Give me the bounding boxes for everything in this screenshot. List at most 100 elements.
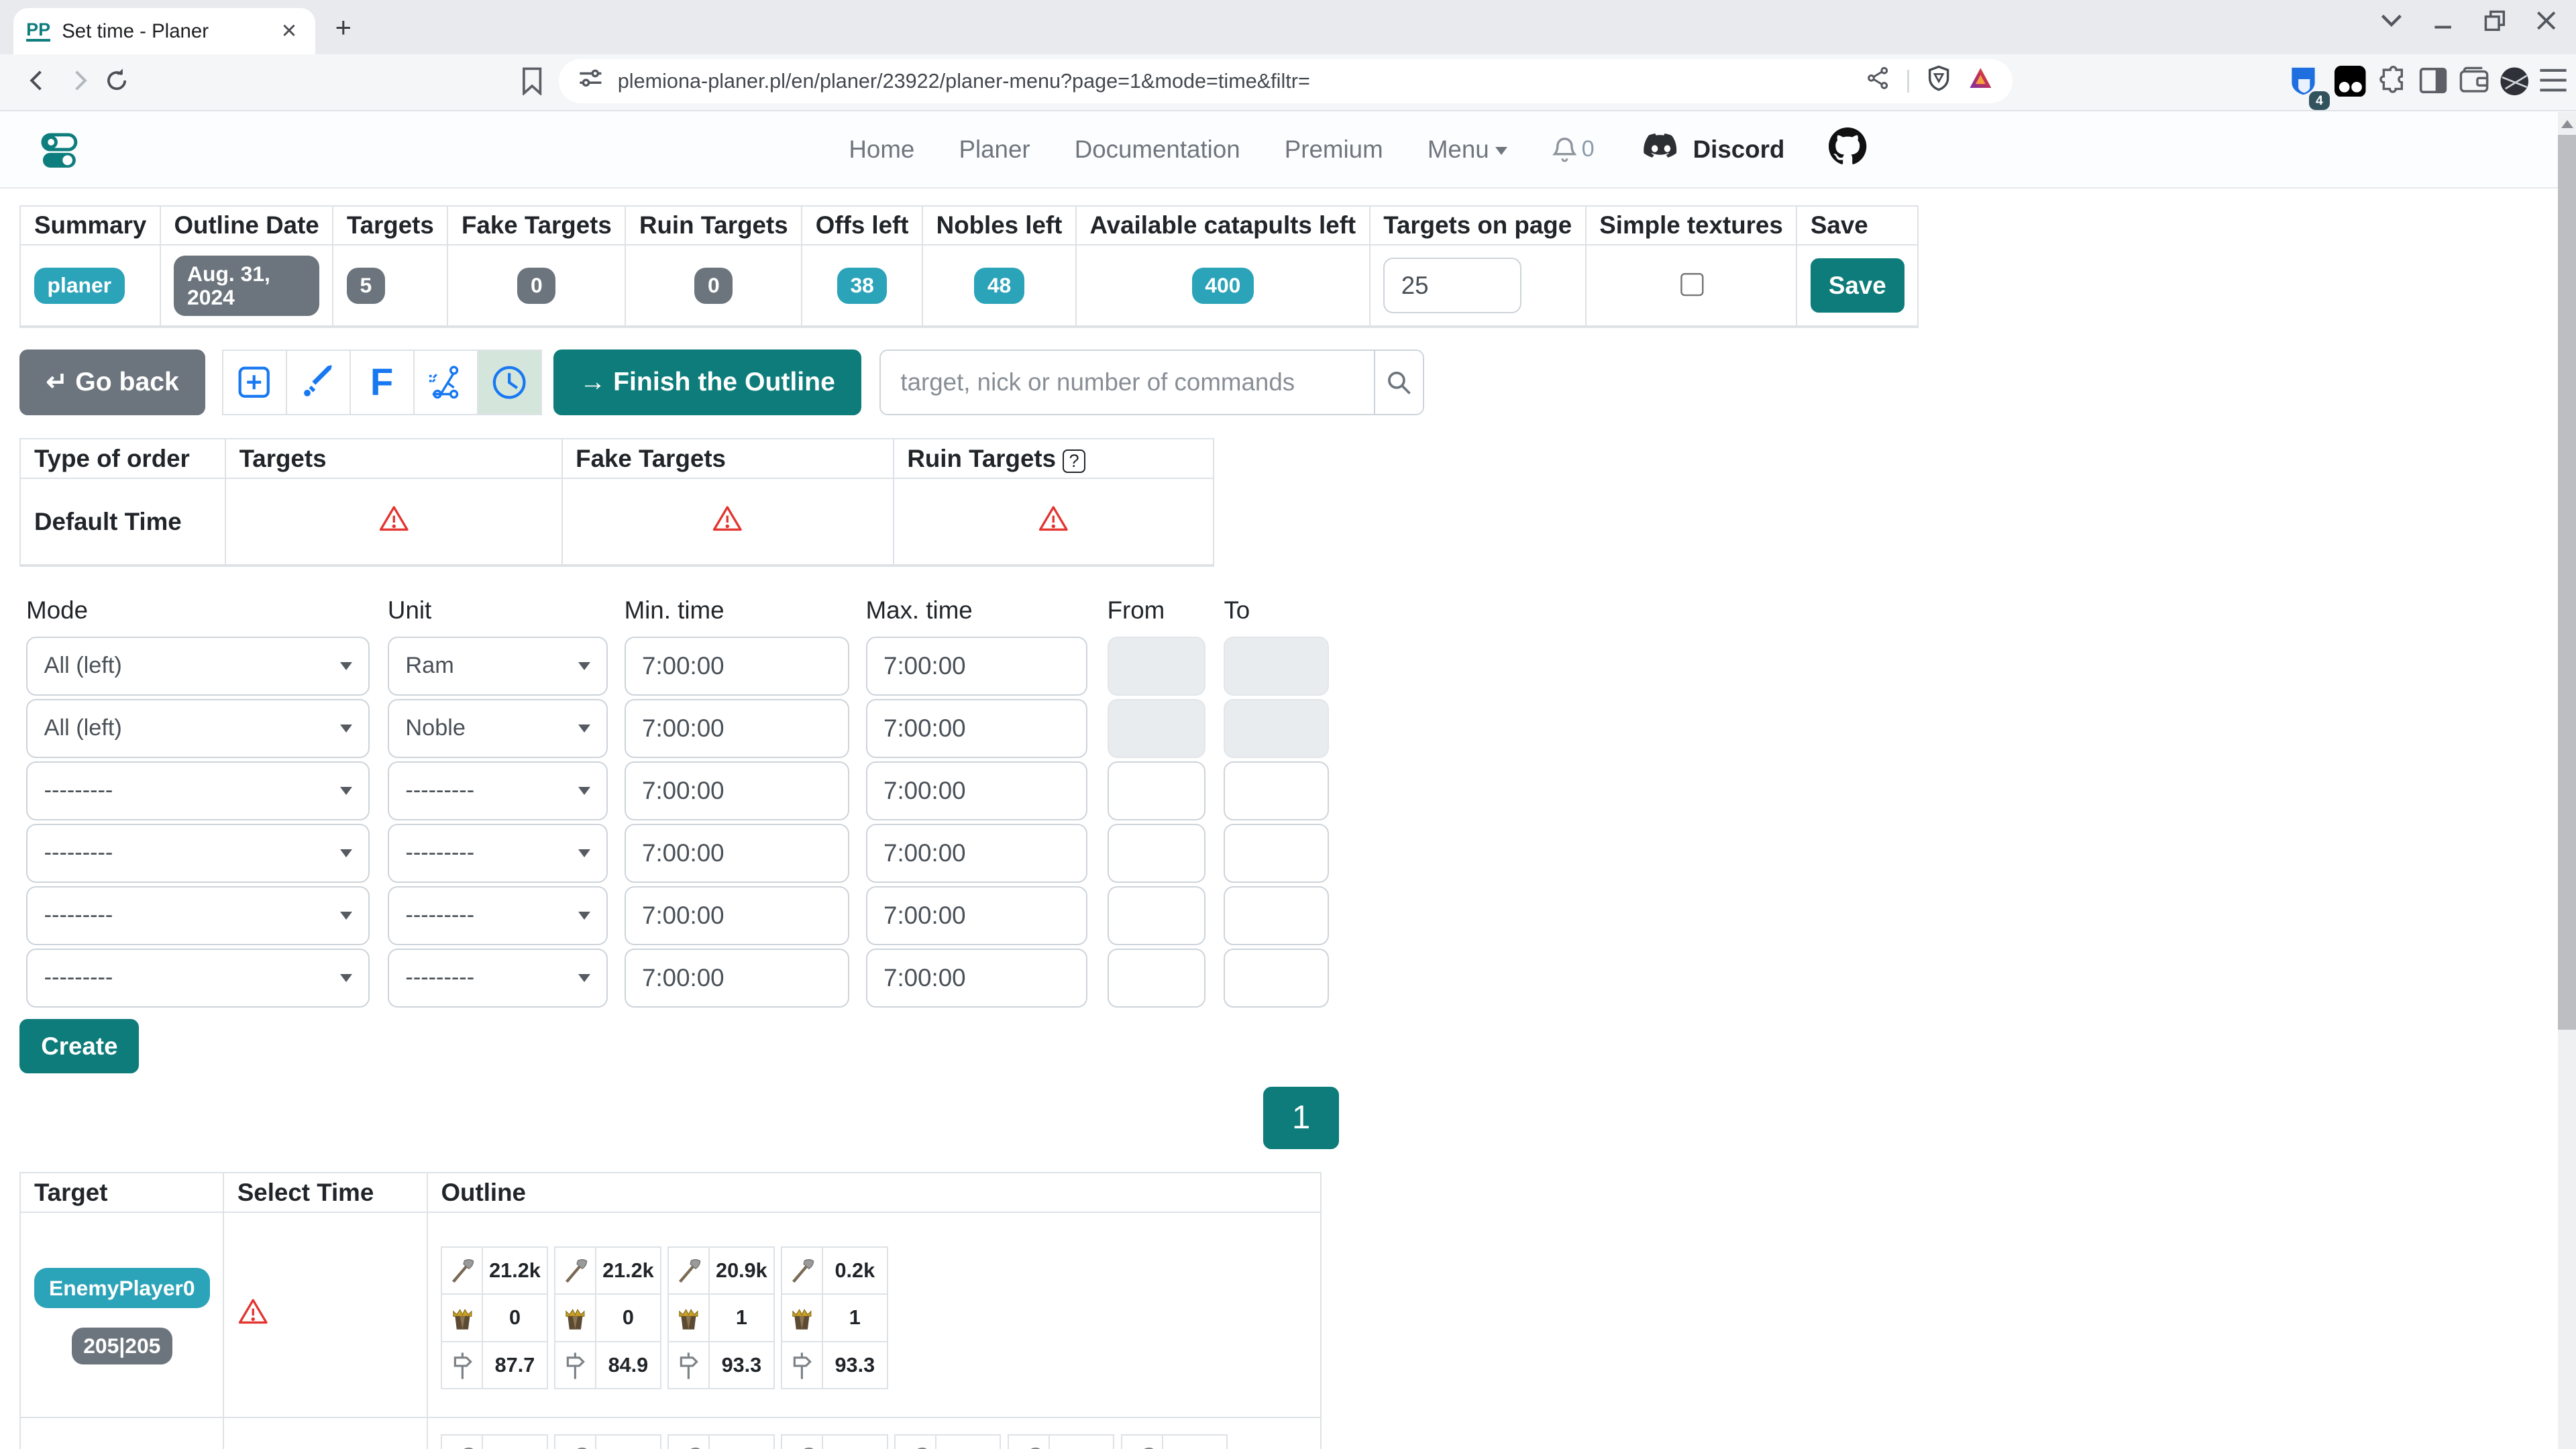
to-input[interactable] [1224,949,1329,1008]
browser-window: PP Set time - Planer ✕ + [0,0,2576,1449]
brave-shield-icon[interactable] [1927,65,1950,98]
to-label: To [1224,596,1250,625]
outline-command-card[interactable]: 21.1k 0 [441,1434,547,1449]
summary-badge[interactable]: planer [34,268,125,305]
from-input[interactable] [1108,824,1206,883]
unit-select[interactable]: Ram [388,637,608,696]
browser-tab[interactable]: PP Set time - Planer ✕ [13,8,316,54]
default-time-label: Default Time [20,478,225,566]
create-button[interactable]: Create [19,1019,139,1073]
site-logo[interactable] [40,131,79,178]
unit-select[interactable]: Noble [388,699,608,758]
rewards-globe-icon[interactable] [2499,66,2530,104]
outline-command-card[interactable]: 21.2k 0 [667,1434,774,1449]
min-time-input[interactable] [625,949,850,1008]
outline-command-card[interactable]: 0.2k 1 [1008,1434,1114,1449]
minimize-button[interactable] [2433,11,2453,30]
save-button[interactable]: Save [1811,258,1904,313]
tab-search-chevron-icon[interactable] [2381,14,2402,28]
nav-menu-dropdown[interactable]: Menu [1428,136,1508,164]
unit-select[interactable]: --------- [388,761,608,820]
min-time-input[interactable] [625,699,850,758]
search-input[interactable] [881,351,1374,414]
site-controls-icon[interactable] [578,66,603,97]
min-time-input[interactable] [625,761,850,820]
max-time-input[interactable] [866,637,1088,696]
extensions-puzzle-icon[interactable] [2379,66,2408,102]
to-input[interactable] [1224,761,1329,820]
simple-textures-checkbox[interactable] [1680,273,1705,298]
outline-command-card[interactable]: 21.2k 0 [781,1434,888,1449]
scrollbar[interactable] [2558,112,2576,1449]
nav-premium[interactable]: Premium [1285,136,1383,164]
max-time-input[interactable] [866,949,1088,1008]
brave-rewards-triangle-icon[interactable] [1968,66,1993,96]
outline-command-card[interactable]: 0.2k 1 [1121,1434,1228,1449]
outline-command-card[interactable]: 0.2k 1 93.3 [781,1246,888,1390]
outline-command-card[interactable]: 20.6k 1 [894,1434,1001,1449]
go-back-button[interactable]: ↵ Go back [19,350,205,415]
forward-button[interactable] [64,66,94,102]
mode-select[interactable]: --------- [26,761,370,820]
sidebar-icon[interactable] [2418,66,2448,102]
nav-home[interactable]: Home [849,136,914,164]
nav-planer[interactable]: Planer [959,136,1030,164]
unit-select[interactable]: --------- [388,949,608,1008]
fake-mode-button[interactable]: F [351,351,415,414]
mode-select[interactable]: --------- [26,886,370,945]
restore-button[interactable] [2484,10,2506,32]
outline-command-card[interactable]: 21.2k 0 [554,1434,661,1449]
help-tooltip-icon[interactable]: ? [1063,449,1085,473]
mode-select[interactable]: All (left) [26,637,370,696]
reload-button[interactable] [102,66,131,102]
max-time-input[interactable] [866,824,1088,883]
outline-command-card[interactable]: 21.2k 0 84.9 [554,1246,661,1390]
from-input[interactable] [1108,761,1206,820]
share-icon[interactable] [1866,66,1889,97]
github-link[interactable] [1829,127,1866,172]
search-button[interactable] [1374,351,1423,414]
to-input[interactable] [1224,824,1329,883]
tab-close-icon[interactable]: ✕ [276,19,302,43]
target-player-badge[interactable]: EnemyPlayer0 [34,1268,210,1307]
adblock-extension-icon[interactable]: 4 [2287,64,2320,104]
discord-link[interactable]: Discord [1639,132,1785,166]
max-time-input[interactable] [866,699,1088,758]
dark-extension-icon[interactable] [2334,66,2366,104]
mode-select[interactable]: --------- [26,949,370,1008]
min-time-input[interactable] [625,637,850,696]
mode-select[interactable]: --------- [26,824,370,883]
outline-command-card[interactable]: 20.9k 1 93.3 [667,1246,774,1390]
outline-command-card[interactable]: 21.2k 0 87.7 [441,1246,547,1390]
to-input[interactable] [1224,886,1329,945]
menu-hamburger-icon[interactable] [2538,67,2568,100]
min-time-input[interactable] [625,886,850,945]
unit-select[interactable]: --------- [388,886,608,945]
bookmark-icon[interactable] [521,67,543,102]
back-button[interactable] [23,66,52,102]
nav-documentation[interactable]: Documentation [1075,136,1240,164]
scrollbar-up-arrow[interactable] [2561,120,2573,128]
max-time-input[interactable] [866,886,1088,945]
min-time-input[interactable] [625,824,850,883]
from-input[interactable] [1108,886,1206,945]
signpost-distance-icon [442,1342,483,1389]
add-targets-mode-button[interactable] [223,351,287,414]
off-mode-button[interactable] [287,351,351,414]
col-fake-targets: Fake Targets [447,206,625,246]
new-tab-button[interactable]: + [335,13,352,42]
from-input[interactable] [1108,949,1206,1008]
unit-select[interactable]: --------- [388,824,608,883]
targets-on-page-input[interactable] [1383,258,1521,313]
mode-select[interactable]: All (left) [26,699,370,758]
page-1-button[interactable]: 1 [1263,1087,1339,1149]
wallet-icon[interactable] [2459,66,2491,101]
ruin-mode-button[interactable] [415,351,478,414]
scrollbar-thumb[interactable] [2558,135,2576,1030]
close-window-button[interactable] [2536,11,2556,30]
finish-outline-button[interactable]: → Finish the Outline [553,350,861,415]
max-time-input[interactable] [866,761,1088,820]
url-bar[interactable]: plemiona-planer.pl/en/planer/23922/plane… [559,59,2012,103]
notifications-bell[interactable]: 0 [1552,136,1595,164]
set-time-mode-button[interactable] [478,351,541,414]
